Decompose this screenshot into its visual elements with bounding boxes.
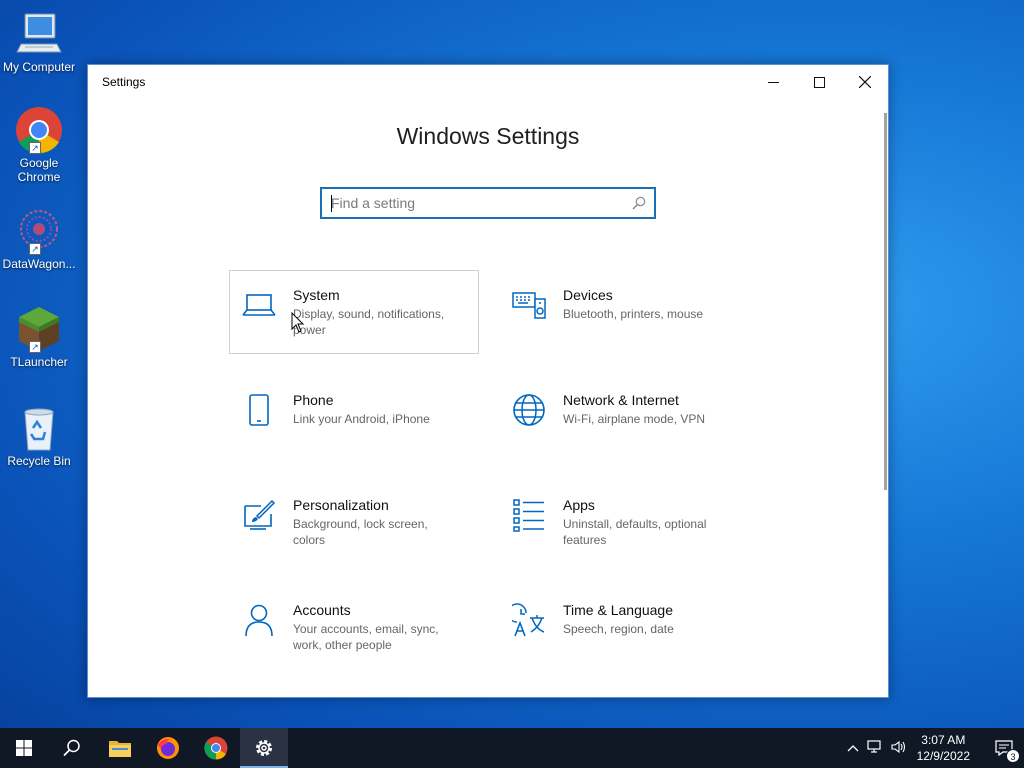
close-icon [859,76,871,88]
tile-accounts[interactable]: Accounts Your accounts, email, sync, wor… [229,585,479,669]
desktop-icon-my-computer[interactable]: My Computer [0,10,78,74]
maximize-button[interactable] [796,65,842,99]
desktop-icon-label: DataWagon... [2,257,76,271]
tile-time-language[interactable]: Time & Language Speech, region, date [499,585,749,669]
apps-list-icon [512,498,546,532]
tile-description: Link your Android, iPhone [293,412,430,426]
recycle-bin-icon [15,404,63,452]
tile-name: Personalization [293,497,389,513]
minimize-icon [767,81,779,83]
chrome-icon [204,736,228,760]
tile-devices[interactable]: Devices Bluetooth, printers, mouse [499,270,749,354]
time-language-icon [507,603,546,637]
system-tray: 3:07 AM 12/9/2022 3 [847,728,1024,768]
tile-name: Accounts [293,602,351,618]
keyboard-speaker-icon [512,288,546,322]
desktop-icon-label: Recycle Bin [7,454,71,468]
tile-description: Uninstall, defaults, optional features [563,517,707,547]
datawagon-icon: ↗ [15,207,63,255]
close-button[interactable] [842,65,888,99]
mouse-cursor-icon [291,311,305,339]
network-icon[interactable] [867,739,883,757]
desktop-icon-datawagon[interactable]: ↗ DataWagon... [0,207,78,271]
scrollbar[interactable] [884,113,887,490]
settings-window: Settings Windows Settings System Display… [87,64,889,698]
volume-icon[interactable] [891,740,907,757]
tile-name: Network & Internet [563,392,679,408]
search-box[interactable] [320,187,656,219]
taskbar-firefox[interactable] [144,728,192,768]
tile-apps[interactable]: Apps Uninstall, defaults, optional featu… [499,480,749,564]
title-bar[interactable]: Settings [88,65,888,99]
taskbar: 3:07 AM 12/9/2022 3 [0,728,1024,768]
start-button[interactable] [0,728,48,768]
desktop-icon-label: My Computer [2,60,76,74]
shortcut-arrow-icon: ↗ [29,341,41,353]
clock[interactable]: 3:07 AM 12/9/2022 [917,732,970,764]
tile-phone[interactable]: Phone Link your Android, iPhone [229,375,479,459]
desktop-icon-google-chrome[interactable]: ↗ Google Chrome [0,106,78,184]
text-caret [331,195,332,212]
clock-date: 12/9/2022 [916,749,970,763]
taskbar-file-explorer[interactable] [96,728,144,768]
search-icon [63,739,80,757]
phone-icon [242,393,276,427]
tile-description: Bluetooth, printers, mouse [563,307,704,321]
taskbar-settings[interactable] [240,728,288,768]
shortcut-arrow-icon: ↗ [29,142,41,154]
globe-icon [512,393,546,427]
search-button[interactable] [48,728,96,768]
person-icon [242,603,276,637]
tile-name: Time & Language [563,602,673,618]
computer-icon [15,10,63,58]
search-icon[interactable] [624,196,654,210]
paint-brush-icon [242,498,276,532]
tile-system[interactable]: System Display, sound, notifications, po… [229,270,479,354]
tile-description: Wi-Fi, airplane mode, VPN [563,412,706,426]
tile-network-internet[interactable]: Network & Internet Wi-Fi, airplane mode,… [499,375,749,459]
search-input[interactable] [322,189,624,217]
desktop-icon-tlauncher[interactable]: ↗ TLauncher [0,305,78,369]
chrome-icon: ↗ [15,106,63,154]
grass-block-icon: ↗ [15,305,63,353]
clock-time: 3:07 AM [921,733,966,747]
tile-name: System [293,287,340,303]
window-title: Settings [102,75,146,89]
desktop-icon-label: TLauncher [10,355,68,369]
tile-name: Apps [563,497,595,513]
tile-name: Phone [293,392,334,408]
firefox-icon [157,737,179,759]
taskbar-chrome[interactable] [192,728,240,768]
folder-icon [109,741,131,757]
windows-logo-icon [16,740,32,756]
show-hidden-icons-chevron-icon[interactable] [847,741,859,755]
minimize-button[interactable] [750,65,796,99]
tile-description: Your accounts, email, sync, work, other … [293,622,439,652]
gear-icon [256,740,272,756]
tile-description: Display, sound, notifications, power [293,307,445,337]
desktop-icon-recycle-bin[interactable]: Recycle Bin [0,404,78,468]
tile-personalization[interactable]: Personalization Background, lock screen,… [229,480,479,564]
shortcut-arrow-icon: ↗ [29,243,41,255]
action-center-button[interactable]: 3 [984,728,1024,768]
laptop-icon [242,288,276,322]
tile-description: Background, lock screen, colors [293,517,428,547]
desktop-icon-label: Google Chrome [17,156,61,184]
tile-description: Speech, region, date [563,622,674,636]
maximize-icon [813,76,825,88]
notification-count-badge: 3 [1006,749,1020,763]
tile-name: Devices [563,287,613,303]
page-title: Windows Settings [396,123,580,149]
